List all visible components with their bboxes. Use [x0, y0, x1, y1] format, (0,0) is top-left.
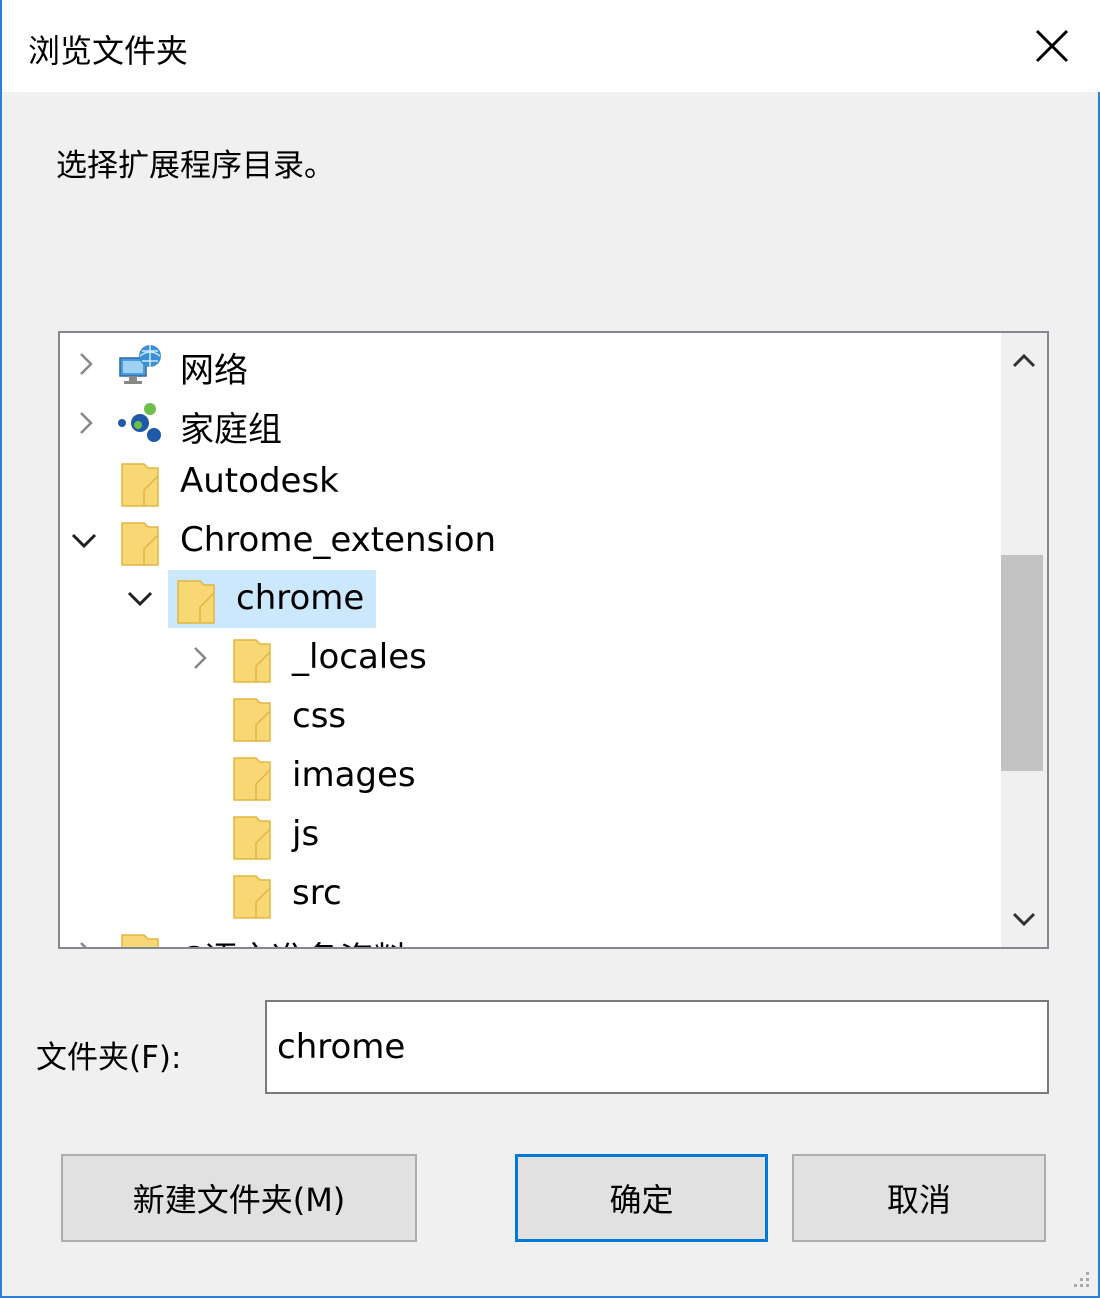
folder-icon — [120, 519, 164, 566]
tree-item-css[interactable]: css — [60, 688, 1000, 746]
chevron-right-icon[interactable] — [66, 335, 106, 393]
tree-item-label: 家庭组 — [180, 410, 282, 450]
tree-item-label: css — [292, 696, 347, 736]
tree-item-autodesk[interactable]: Autodesk — [60, 453, 1000, 511]
tree-scrollbar[interactable] — [1001, 333, 1047, 947]
tree-item-label: 网络 — [180, 351, 248, 391]
tree-item-network[interactable]: 网络 — [60, 335, 1000, 393]
ok-button[interactable]: 确定 — [515, 1154, 768, 1242]
tree-item-locales[interactable]: _locales — [60, 629, 1000, 687]
tree-item-homegroup[interactable]: 家庭组 — [60, 394, 1000, 452]
tree-item-js[interactable]: js — [60, 806, 1000, 864]
folder-name-input[interactable] — [265, 1000, 1049, 1094]
chevron-right-icon[interactable] — [66, 394, 106, 452]
folder-icon — [232, 636, 276, 683]
tree-item-images[interactable]: images — [60, 747, 1000, 805]
folder-icon — [232, 872, 276, 919]
chevron-right-icon[interactable] — [180, 629, 220, 687]
chevron-up-icon — [1012, 353, 1036, 368]
folder-icon — [176, 577, 220, 624]
folder-icon — [120, 931, 164, 947]
instruction-text: 选择扩展程序目录。 — [56, 148, 335, 184]
scroll-up-button[interactable] — [1001, 333, 1047, 389]
folder-icon — [120, 460, 164, 507]
scroll-thumb[interactable] — [1001, 555, 1043, 771]
tree-item-label: chrome — [236, 578, 365, 618]
close-button[interactable] — [1026, 20, 1078, 72]
folder-tree[interactable]: 网络 家庭组 Autodesk Chrome_extension chrome … — [58, 331, 1049, 949]
tree-item-label: Autodesk — [180, 461, 339, 501]
folder-field-label: 文件夹(F): — [36, 1040, 182, 1076]
browse-folder-dialog: 浏览文件夹 选择扩展程序目录。 网络 家庭组 Autodesk Chrome_e… — [0, 0, 1100, 1298]
tree-item-label: images — [292, 755, 416, 795]
tree-item-chrome-extension[interactable]: Chrome_extension — [60, 512, 1000, 570]
chevron-down-icon[interactable] — [120, 570, 160, 628]
cancel-button[interactable]: 取消 — [792, 1154, 1046, 1242]
homegroup-icon — [116, 401, 161, 445]
chevron-down-icon[interactable] — [64, 512, 104, 570]
tree-item-src[interactable]: src — [60, 865, 1000, 923]
folder-icon — [232, 813, 276, 860]
title-bar: 浏览文件夹 — [2, 0, 1100, 92]
folder-icon — [232, 695, 276, 742]
chevron-right-icon[interactable] — [66, 924, 106, 947]
tree-item-chrome[interactable]: chrome — [60, 570, 1000, 628]
new-folder-button[interactable]: 新建文件夹(M) — [61, 1154, 417, 1242]
network-icon — [116, 342, 161, 386]
tree-item-label: Chrome_extension — [180, 520, 497, 560]
close-icon — [1035, 29, 1069, 63]
folder-icon — [232, 754, 276, 801]
scroll-down-button[interactable] — [1001, 891, 1047, 947]
dialog-title: 浏览文件夹 — [28, 32, 189, 70]
tree-item-label: C语言准备资料 — [180, 932, 408, 947]
tree-item-label: src — [292, 873, 342, 913]
resize-grip-icon[interactable] — [1068, 1266, 1092, 1290]
chevron-down-icon — [1012, 912, 1036, 927]
tree-item-label: _locales — [292, 637, 427, 677]
tree-item-label: js — [292, 814, 320, 854]
tree-item-c-language[interactable]: C语言准备资料 — [60, 924, 1000, 947]
